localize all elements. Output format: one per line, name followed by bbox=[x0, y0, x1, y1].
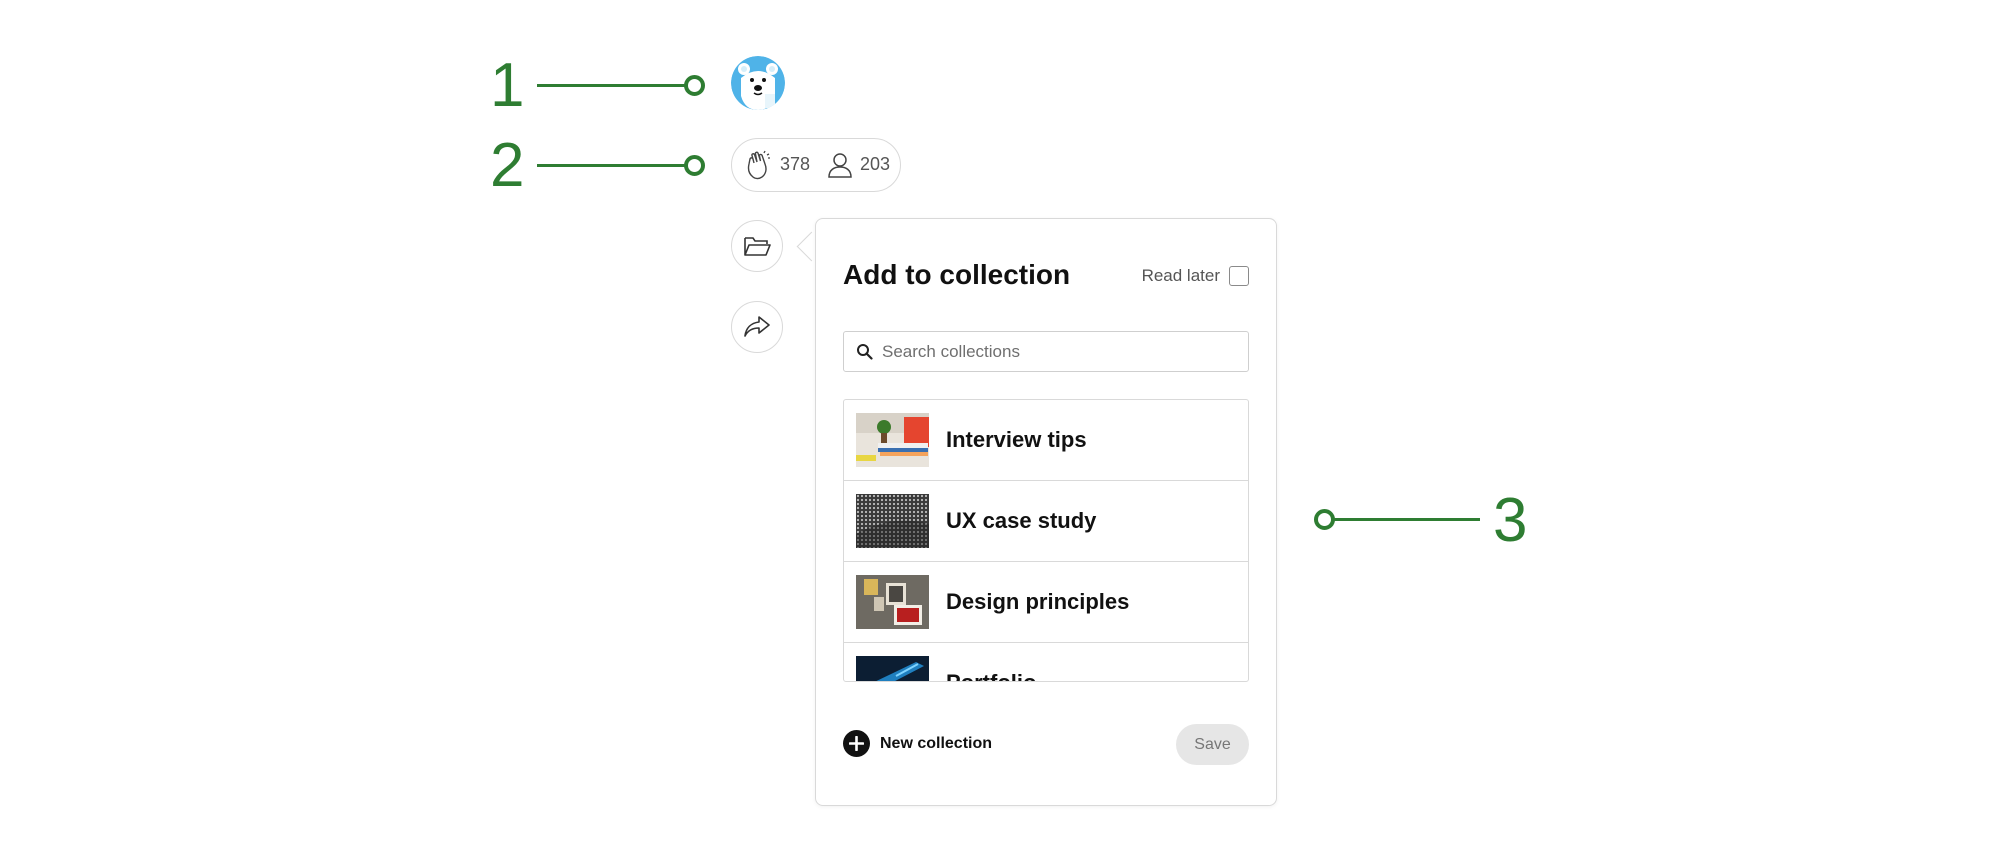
collection-label: UX case study bbox=[946, 508, 1097, 533]
search-collections-field[interactable] bbox=[843, 331, 1249, 372]
wall-shelves-thumbnail bbox=[856, 575, 929, 629]
collection-label: Interview tips bbox=[946, 427, 1087, 452]
share-arrow-icon bbox=[744, 316, 770, 337]
claps-count: 378 bbox=[780, 154, 811, 174]
annotation-line-3 bbox=[1330, 518, 1480, 521]
popover-title: Add to collection bbox=[843, 259, 1071, 290]
collection-label: Portfolio bbox=[946, 670, 1036, 681]
annotation-dot-1 bbox=[684, 75, 705, 96]
annotation-number-3: 3 bbox=[1493, 486, 1528, 555]
read-later-label: Read later bbox=[1141, 266, 1220, 285]
add-to-collection-popover: Add to collection Read later Interview bbox=[815, 218, 1277, 806]
folder-icon bbox=[744, 237, 771, 256]
polar-bear-avatar-icon bbox=[731, 56, 785, 110]
clap-icon bbox=[747, 150, 770, 179]
claps-stat[interactable]: 378 bbox=[744, 139, 810, 190]
add-to-collection-button[interactable] bbox=[731, 220, 783, 272]
collection-item[interactable]: Design principles bbox=[844, 562, 1248, 643]
annotation-dot-2 bbox=[684, 155, 705, 176]
search-collections-input[interactable] bbox=[882, 341, 1222, 362]
share-button[interactable] bbox=[731, 301, 783, 353]
collection-item[interactable]: Interview tips bbox=[844, 400, 1248, 481]
perforated-metal-thumbnail bbox=[856, 494, 929, 548]
author-avatar[interactable] bbox=[731, 56, 785, 110]
read-later-toggle[interactable]: Read later bbox=[1142, 266, 1249, 286]
followers-stat[interactable]: 203 bbox=[826, 139, 890, 190]
followers-count: 203 bbox=[860, 154, 891, 174]
collection-item[interactable]: UX case study bbox=[844, 481, 1248, 562]
collection-item[interactable]: Portfolio bbox=[844, 643, 1248, 681]
new-collection-button[interactable]: New collection bbox=[843, 730, 992, 757]
annotation-dot-3 bbox=[1314, 509, 1335, 530]
annotation-line-1 bbox=[537, 84, 689, 87]
annotation-number-1: 1 bbox=[490, 51, 525, 120]
blue-screen-thumbnail bbox=[856, 656, 929, 681]
annotation-number-2: 2 bbox=[490, 131, 525, 200]
new-collection-label: New collection bbox=[880, 734, 993, 752]
plus-icon bbox=[843, 730, 870, 757]
person-icon bbox=[828, 152, 852, 178]
annotation-line-2 bbox=[537, 164, 689, 167]
search-icon bbox=[857, 344, 873, 360]
save-button[interactable]: Save bbox=[1176, 724, 1249, 765]
collection-label: Design principles bbox=[946, 589, 1130, 614]
read-later-checkbox[interactable] bbox=[1229, 266, 1249, 286]
stats-pill: 378 203 bbox=[731, 138, 901, 192]
collections-list[interactable]: Interview tips UX case study Design prin… bbox=[843, 399, 1249, 682]
desk-books-thumbnail bbox=[856, 413, 929, 467]
